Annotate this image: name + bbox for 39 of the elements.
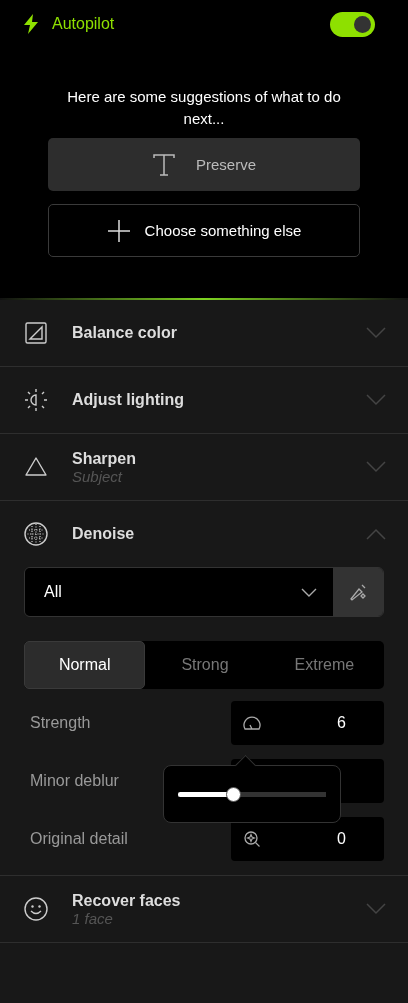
value-field[interactable]: 6 bbox=[231, 701, 384, 745]
gauge-icon bbox=[243, 714, 261, 732]
section-subtitle: 1 face bbox=[72, 909, 114, 927]
mode-tab[interactable]: Normal bbox=[24, 641, 146, 689]
panel-title: Autopilot bbox=[52, 15, 115, 33]
brush-button[interactable] bbox=[333, 568, 383, 616]
section-header[interactable]: Adjust lighting bbox=[0, 367, 408, 433]
mode-tab[interactable]: Strong bbox=[145, 641, 265, 689]
suggestion-button[interactable]: Preserve bbox=[48, 138, 360, 191]
triangle-icon bbox=[24, 455, 48, 479]
mode-tab[interactable]: Extreme bbox=[264, 641, 384, 689]
zoom-sparkle-icon bbox=[243, 830, 261, 848]
half-sun-icon bbox=[24, 388, 48, 412]
plus-icon bbox=[106, 218, 131, 243]
section-title: Denoise bbox=[72, 525, 136, 543]
caret-icon bbox=[301, 587, 317, 597]
lightning-icon bbox=[24, 14, 38, 34]
suggestion-prompt: Here are some suggestions of what to do next... bbox=[66, 87, 342, 129]
section-header[interactable]: Sharpen Subject bbox=[0, 434, 408, 500]
parameter-label: Original detail bbox=[30, 830, 128, 848]
section-header[interactable]: Denoise bbox=[0, 501, 408, 567]
section-subtitle: Subject bbox=[72, 467, 124, 485]
grid-circle-icon bbox=[24, 522, 48, 546]
dropdown[interactable]: All bbox=[25, 568, 333, 616]
section-header[interactable]: Balance color bbox=[0, 300, 408, 366]
slider-thumb[interactable] bbox=[225, 786, 241, 802]
section-header[interactable]: Recover faces 1 face bbox=[0, 876, 408, 942]
section-title: Adjust lighting bbox=[72, 391, 185, 409]
section-title: Sharpen bbox=[72, 449, 137, 468]
smiley-icon bbox=[24, 897, 48, 921]
brush-icon bbox=[348, 582, 368, 602]
value-field[interactable]: 0 bbox=[231, 817, 384, 861]
section-title: Recover faces bbox=[72, 891, 182, 910]
parameter-label: Strength bbox=[30, 714, 91, 732]
section-title: Balance color bbox=[72, 324, 178, 342]
choose-button[interactable]: Choose something else bbox=[48, 204, 360, 257]
parameter-label: Minor deblur bbox=[30, 772, 119, 790]
text-icon bbox=[152, 152, 176, 177]
autopilot-toggle[interactable] bbox=[330, 11, 375, 37]
